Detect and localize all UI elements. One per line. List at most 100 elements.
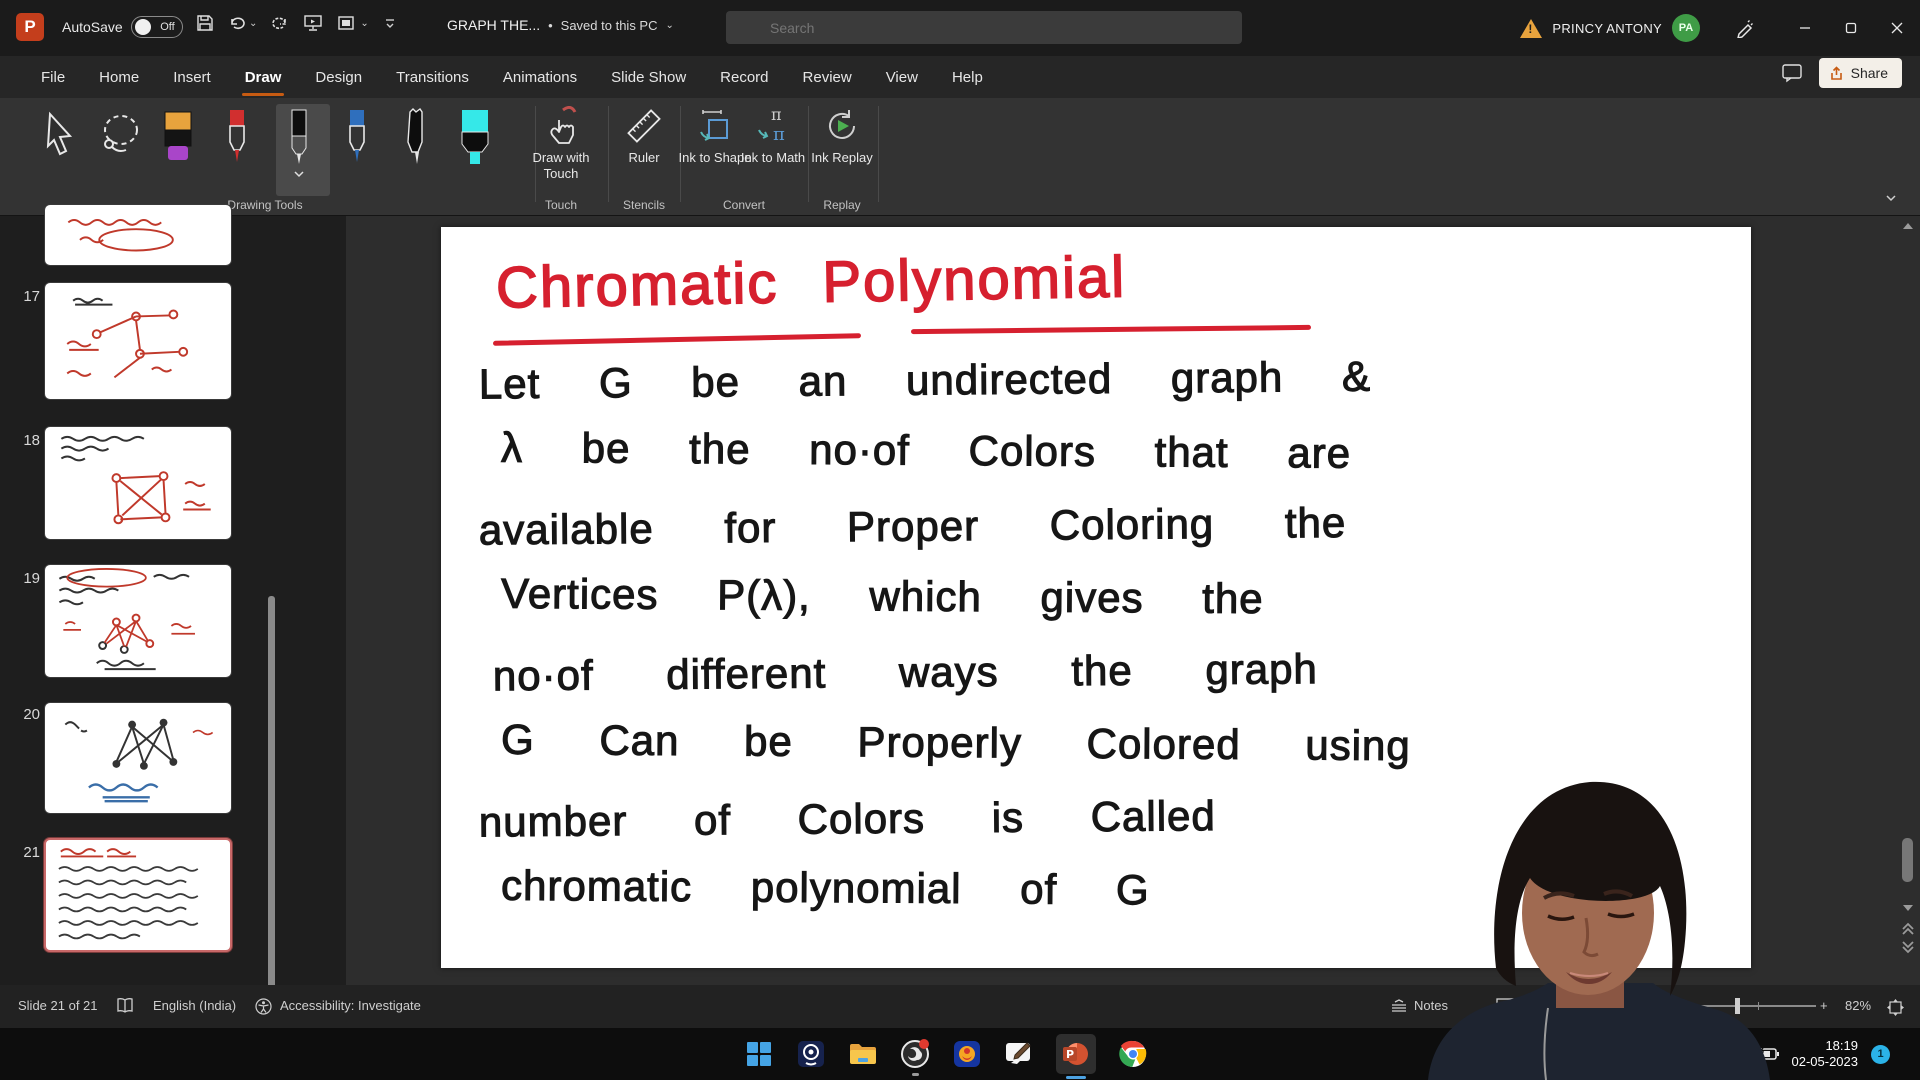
close-button[interactable] [1874, 0, 1920, 56]
zoom-in-button[interactable]: + [1820, 998, 1828, 1013]
share-button[interactable]: Share [1819, 58, 1902, 88]
lasso-select-tool[interactable] [96, 106, 146, 168]
pencil-tool[interactable] [398, 106, 436, 168]
tab-file[interactable]: File [24, 56, 82, 98]
eraser-tool[interactable] [158, 106, 198, 168]
redo-icon[interactable] [271, 14, 289, 32]
share-icon [1829, 66, 1844, 81]
tab-design[interactable]: Design [298, 56, 379, 98]
tab-view[interactable]: View [869, 56, 935, 98]
vertical-scrollbar[interactable] [1900, 216, 1916, 985]
tab-review[interactable]: Review [786, 56, 869, 98]
dot-separator: • [548, 18, 553, 33]
thumbnail-ink-19 [45, 565, 231, 677]
next-slide-icon[interactable] [1901, 940, 1915, 954]
cursor-icon [36, 106, 80, 168]
thumbnail-number: 17 [14, 288, 40, 305]
ink-line: no·of different ways the graph [479, 642, 1732, 726]
slideshow-icon[interactable] [303, 14, 323, 32]
scroll-down-icon[interactable] [1902, 904, 1914, 912]
customize-qat-icon[interactable] [383, 16, 397, 30]
slide-thumbnail-panel: 17 18 19 [0, 216, 346, 985]
undo-dropdown-chevron[interactable]: ⌄ [249, 18, 257, 29]
ruler-button[interactable]: Ruler [612, 106, 676, 166]
dropdown-chevron[interactable]: ⌄ [360, 18, 368, 29]
file-explorer-icon[interactable] [848, 1039, 878, 1069]
ink-to-math-button[interactable]: ππ Ink to Math [742, 106, 804, 166]
zoom-level[interactable]: 82% [1845, 998, 1871, 1013]
scroll-up-icon[interactable] [1902, 222, 1914, 230]
thumbnail-ink-21 [46, 840, 230, 950]
scrollbar-thumb[interactable] [1902, 838, 1913, 882]
pen-black-tool-selected[interactable] [280, 106, 318, 178]
eraser-icon [158, 106, 198, 168]
tab-animations[interactable]: Animations [486, 56, 594, 98]
thumbnail-slide-20[interactable] [44, 702, 232, 814]
powerpoint-taskbar-icon[interactable]: P [1056, 1034, 1096, 1074]
search-input[interactable] [726, 11, 1242, 44]
user-name[interactable]: PRINCY ANTONY [1552, 21, 1662, 36]
collapse-ribbon-icon[interactable] [1884, 194, 1898, 204]
tab-home[interactable]: Home [82, 56, 156, 98]
save-icon[interactable] [196, 14, 214, 32]
start-button[interactable] [744, 1039, 774, 1069]
thumbnail-ink-20 [45, 703, 231, 813]
title-bar: P AutoSave Off ⌄ ⌄ GRAPH THE... • [0, 0, 1920, 56]
ink-replay-button[interactable]: Ink Replay [812, 106, 872, 166]
ink-to-math-icon: ππ [753, 106, 793, 146]
tab-help[interactable]: Help [935, 56, 1000, 98]
notification-badge[interactable]: 1 [1871, 1045, 1890, 1064]
screen-clipping-button[interactable]: ⌄ [337, 14, 368, 32]
thumbnail-slide-17[interactable] [44, 282, 232, 400]
previous-slide-icon[interactable] [1901, 922, 1915, 936]
minimize-button[interactable] [1782, 0, 1828, 56]
autosave-toggle[interactable]: Off [131, 16, 183, 38]
spellcheck-book-icon[interactable] [116, 998, 134, 1014]
thumbnail-slide-21-selected[interactable] [44, 838, 232, 952]
tab-record[interactable]: Record [703, 56, 785, 98]
fit-to-window-icon[interactable] [1886, 998, 1905, 1017]
warning-icon[interactable] [1520, 19, 1542, 38]
slide-indicator[interactable]: Slide 21 of 21 [18, 998, 98, 1013]
powerpoint-app-icon[interactable]: P [16, 13, 44, 41]
restore-button[interactable] [1828, 0, 1874, 56]
comment-icon[interactable] [1781, 63, 1803, 83]
camera-app-icon[interactable] [796, 1039, 826, 1069]
select-tool[interactable] [36, 106, 80, 168]
pencil-icon [398, 106, 436, 168]
chrome-icon[interactable] [1118, 1039, 1148, 1069]
accessibility-status[interactable]: Accessibility: Investigate [280, 998, 421, 1013]
undo-button[interactable]: ⌄ [228, 14, 257, 32]
manycam-icon[interactable] [952, 1039, 982, 1069]
highlighter-tool[interactable] [452, 106, 498, 168]
avatar[interactable]: PA [1672, 14, 1700, 42]
thumbnail-slide-18[interactable] [44, 426, 232, 540]
tab-insert[interactable]: Insert [156, 56, 228, 98]
draw-with-touch-icon [541, 106, 581, 146]
language-indicator[interactable]: English (India) [153, 998, 236, 1013]
pen-blue-tool[interactable] [338, 106, 376, 168]
tab-transitions[interactable]: Transitions [379, 56, 486, 98]
presenter-pen-icon[interactable] [1722, 0, 1768, 56]
pen-red-tool[interactable] [218, 106, 256, 168]
group-label-drawing-tools: Drawing Tools [227, 198, 302, 212]
share-label: Share [1851, 65, 1888, 81]
obs-studio-icon[interactable] [900, 1039, 930, 1069]
tab-slide-show[interactable]: Slide Show [594, 56, 703, 98]
thumbnail-number: 19 [14, 570, 40, 587]
pen-options-chevron-icon[interactable] [293, 170, 305, 178]
autosave-control[interactable]: AutoSave Off [62, 16, 183, 38]
window-grid-icon [337, 14, 357, 32]
tab-draw[interactable]: Draw [228, 56, 299, 98]
whiteboard-app-icon[interactable] [1004, 1039, 1034, 1069]
pen-black-icon [280, 106, 318, 168]
thumbnail-slide-19[interactable] [44, 564, 232, 678]
title-dropdown-chevron[interactable]: ⌄ [665, 20, 673, 31]
quick-access-toolbar: ⌄ ⌄ [196, 14, 397, 32]
thumbnail-slide-16-partial[interactable] [44, 204, 232, 266]
draw-with-touch-button[interactable]: Draw with Touch [518, 106, 604, 182]
group-label-replay: Replay [823, 198, 860, 212]
document-title-area[interactable]: GRAPH THE... • Saved to this PC ⌄ [447, 17, 674, 33]
tabs-right-controls: Share [1781, 58, 1902, 88]
thumbnail-number: 21 [14, 844, 40, 861]
